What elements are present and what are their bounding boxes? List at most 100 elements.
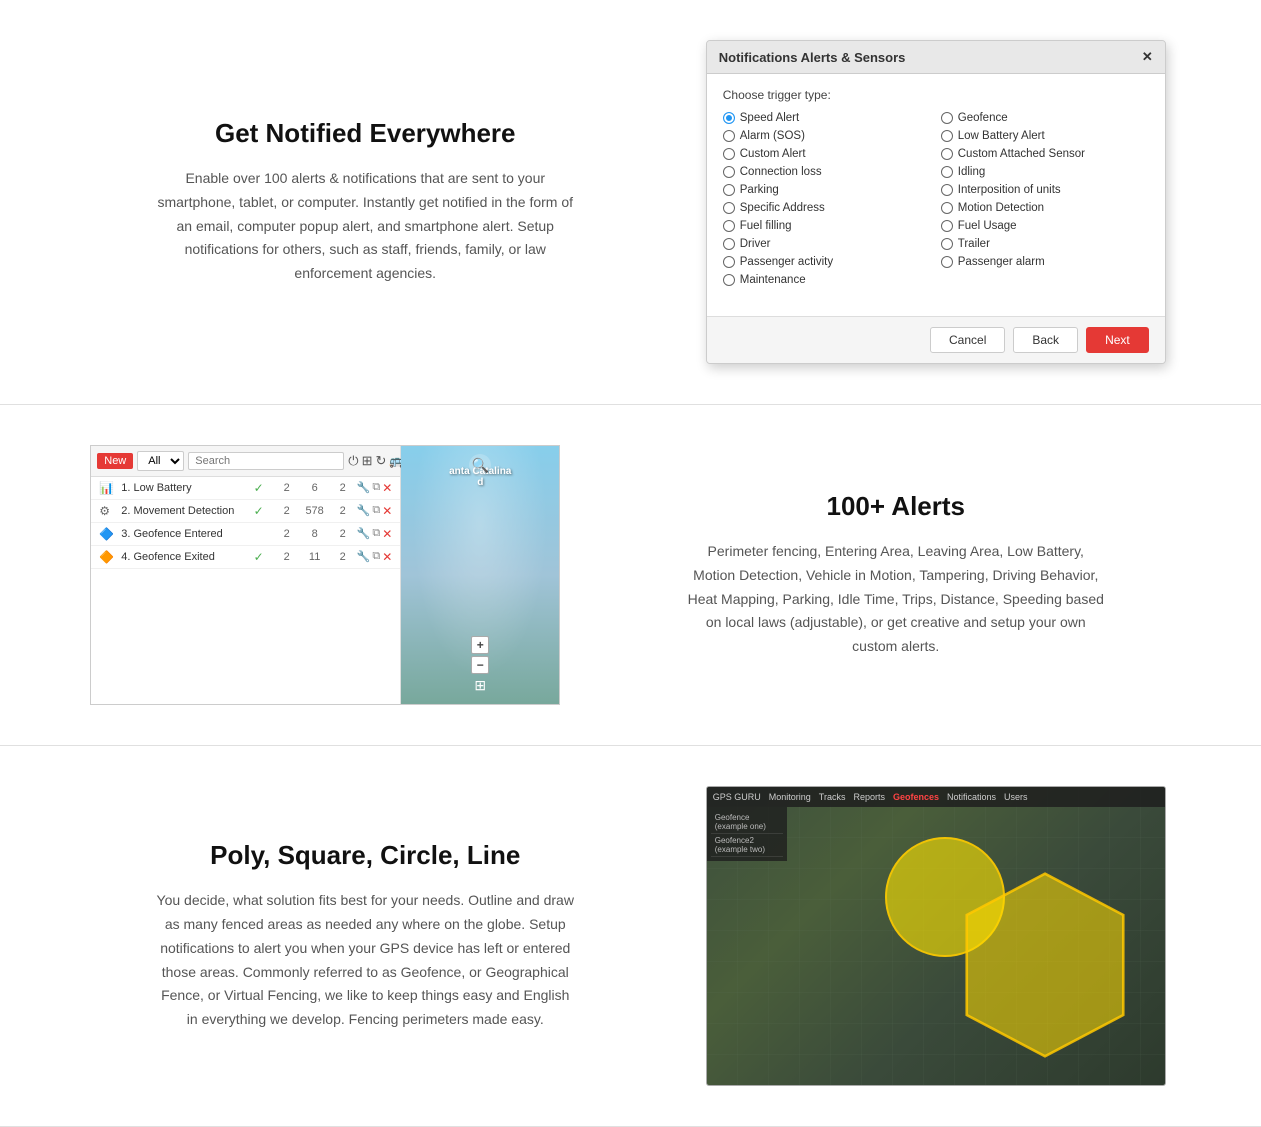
copy-icon-battery[interactable]: ⧉	[372, 481, 380, 495]
trigger-alarm-label: Alarm (SOS)	[740, 130, 805, 142]
map-zoom-controls: + −	[471, 636, 489, 674]
alert-row[interactable]: 📊 1. Low Battery ✓ 2 6 2 🔧 ⧉ ✕	[91, 477, 400, 500]
radio-passenger-alarm[interactable]	[941, 256, 953, 268]
map-search-icon[interactable]: 🔍	[469, 454, 491, 476]
radio-custom-sensor[interactable]	[941, 148, 953, 160]
refresh-icon[interactable]: ↻	[375, 453, 386, 469]
radio-idling[interactable]	[941, 166, 953, 178]
radio-low-battery[interactable]	[941, 130, 953, 142]
search-input[interactable]	[188, 452, 344, 470]
trigger-geofence[interactable]: Geofence	[941, 112, 1149, 124]
section-notifications: Get Notified Everywhere Enable over 100 …	[0, 0, 1261, 405]
delete-icon-geofence-exit[interactable]: ✕	[382, 550, 392, 564]
radio-speed-alert[interactable]	[723, 112, 735, 124]
radio-parking[interactable]	[723, 184, 735, 196]
alerts-list: New All ⏻ ⊞ ↻ 🚌 🔧 ⧉ ✕	[91, 446, 401, 704]
trigger-passenger-alarm[interactable]: Passenger alarm	[941, 256, 1149, 268]
geo-toolbar-notifications[interactable]: Notifications	[947, 792, 996, 802]
edit-icon-geofence-enter[interactable]: 🔧	[357, 527, 371, 541]
radio-specific-address[interactable]	[723, 202, 735, 214]
geo-toolbar-reports[interactable]: Reports	[853, 792, 885, 802]
dialog-close-icon[interactable]: ✕	[1142, 49, 1153, 65]
radio-connection-loss[interactable]	[723, 166, 735, 178]
trigger-motion-detection-label: Motion Detection	[958, 202, 1044, 214]
back-button[interactable]: Back	[1013, 327, 1078, 353]
radio-fuel-filling[interactable]	[723, 220, 735, 232]
notifications-description: Enable over 100 alerts & notifications t…	[155, 167, 575, 286]
copy-icon-geofence-enter[interactable]: ⧉	[372, 527, 380, 541]
trigger-low-battery[interactable]: Low Battery Alert	[941, 130, 1149, 142]
power-icon[interactable]: ⏻	[348, 453, 358, 469]
delete-icon-movement[interactable]: ✕	[382, 504, 392, 518]
edit-icon-movement[interactable]: 🔧	[357, 504, 371, 518]
zoom-in-button[interactable]: +	[471, 636, 489, 654]
geofence-text: Poly, Square, Circle, Line You decide, w…	[60, 820, 671, 1052]
edit-icon-geofence-exit[interactable]: 🔧	[357, 550, 371, 564]
edit-icon-battery[interactable]: 🔧	[357, 481, 371, 495]
trigger-speed-alert[interactable]: Speed Alert	[723, 112, 931, 124]
trigger-motion-detection[interactable]: Motion Detection	[941, 202, 1149, 214]
radio-geofence[interactable]	[941, 112, 953, 124]
delete-icon-battery[interactable]: ✕	[382, 481, 392, 495]
trigger-alarm[interactable]: Alarm (SOS)	[723, 130, 931, 142]
notifications-image: Notifications Alerts & Sensors ✕ Choose …	[671, 40, 1202, 364]
copy-icon-movement[interactable]: ⧉	[372, 504, 380, 518]
alerts-image: New All ⏻ ⊞ ↻ 🚌 🔧 ⧉ ✕	[60, 445, 591, 705]
filter-select[interactable]: All	[137, 451, 184, 471]
trigger-idling[interactable]: Idling	[941, 166, 1149, 178]
map-layers-icon[interactable]: ⊞	[474, 677, 486, 694]
alerts-panel: New All ⏻ ⊞ ↻ 🚌 🔧 ⧉ ✕	[90, 445, 560, 705]
dialog-footer: Cancel Back Next	[707, 316, 1165, 363]
trigger-custom-alert[interactable]: Custom Alert	[723, 148, 931, 160]
trigger-specific-address[interactable]: Specific Address	[723, 202, 931, 214]
alert-actions-geofence-enter: 🔧 ⧉ ✕	[357, 527, 393, 541]
trigger-low-battery-label: Low Battery Alert	[958, 130, 1045, 142]
notification-dialog: Notifications Alerts & Sensors ✕ Choose …	[706, 40, 1166, 364]
delete-icon-geofence-enter[interactable]: ✕	[382, 527, 392, 541]
alert-row[interactable]: 🔶 4. Geofence Exited ✓ 2 11 2 🔧 ⧉ ✕	[91, 546, 400, 569]
trigger-driver[interactable]: Driver	[723, 238, 931, 250]
trigger-fuel-filling[interactable]: Fuel filling	[723, 220, 931, 232]
radio-fuel-usage[interactable]	[941, 220, 953, 232]
alert-num-geofence-exit-3: 2	[329, 551, 357, 563]
notifications-text: Get Notified Everywhere Enable over 100 …	[60, 98, 671, 306]
trigger-maintenance[interactable]: Maintenance	[723, 274, 931, 286]
alert-row[interactable]: 🔷 3. Geofence Entered 2 8 2 🔧 ⧉ ✕	[91, 523, 400, 546]
radio-trailer[interactable]	[941, 238, 953, 250]
alert-row[interactable]: ⚙ 2. Movement Detection ✓ 2 578 2 🔧 ⧉ ✕	[91, 500, 400, 523]
geo-sidebar-item-2[interactable]: Geofence2 (example two)	[711, 834, 783, 857]
alert-actions-geofence-exit: 🔧 ⧉ ✕	[357, 550, 393, 564]
geo-toolbar-geofences[interactable]: Geofences	[893, 792, 939, 802]
trigger-fuel-usage[interactable]: Fuel Usage	[941, 220, 1149, 232]
radio-driver[interactable]	[723, 238, 735, 250]
radio-maintenance[interactable]	[723, 274, 735, 286]
geo-toolbar-monitoring[interactable]: Monitoring	[769, 792, 811, 802]
trigger-connection-loss[interactable]: Connection loss	[723, 166, 931, 178]
copy-icon-geofence-exit[interactable]: ⧉	[372, 550, 380, 564]
trigger-trailer[interactable]: Trailer	[941, 238, 1149, 250]
geo-toolbar-tracks[interactable]: Tracks	[819, 792, 846, 802]
trigger-passenger-activity[interactable]: Passenger activity	[723, 256, 931, 268]
geo-sidebar-item-1[interactable]: Geofence (example one)	[711, 811, 783, 834]
alert-name-geofence-exit: 4. Geofence Exited	[121, 551, 244, 563]
zoom-out-button[interactable]: −	[471, 656, 489, 674]
alert-actions-battery: 🔧 ⧉ ✕	[357, 481, 393, 495]
alert-check-battery: ✓	[245, 481, 273, 495]
radio-custom-alert[interactable]	[723, 148, 735, 160]
trigger-custom-sensor[interactable]: Custom Attached Sensor	[941, 148, 1149, 160]
next-button[interactable]: Next	[1086, 327, 1149, 353]
alerts-text: 100+ Alerts Perimeter fencing, Entering …	[591, 471, 1202, 679]
grid-icon[interactable]: ⊞	[362, 453, 373, 469]
radio-alarm[interactable]	[723, 130, 735, 142]
trigger-parking[interactable]: Parking	[723, 184, 931, 196]
trigger-fuel-filling-label: Fuel filling	[740, 220, 792, 232]
radio-motion-detection[interactable]	[941, 202, 953, 214]
radio-interposition[interactable]	[941, 184, 953, 196]
cancel-button[interactable]: Cancel	[930, 327, 1005, 353]
trigger-empty	[941, 274, 1149, 286]
trigger-interposition[interactable]: Interposition of units	[941, 184, 1149, 196]
alert-name-battery: 1. Low Battery	[121, 482, 244, 494]
geo-toolbar-users[interactable]: Users	[1004, 792, 1028, 802]
new-alert-button[interactable]: New	[97, 453, 133, 469]
radio-passenger-activity[interactable]	[723, 256, 735, 268]
